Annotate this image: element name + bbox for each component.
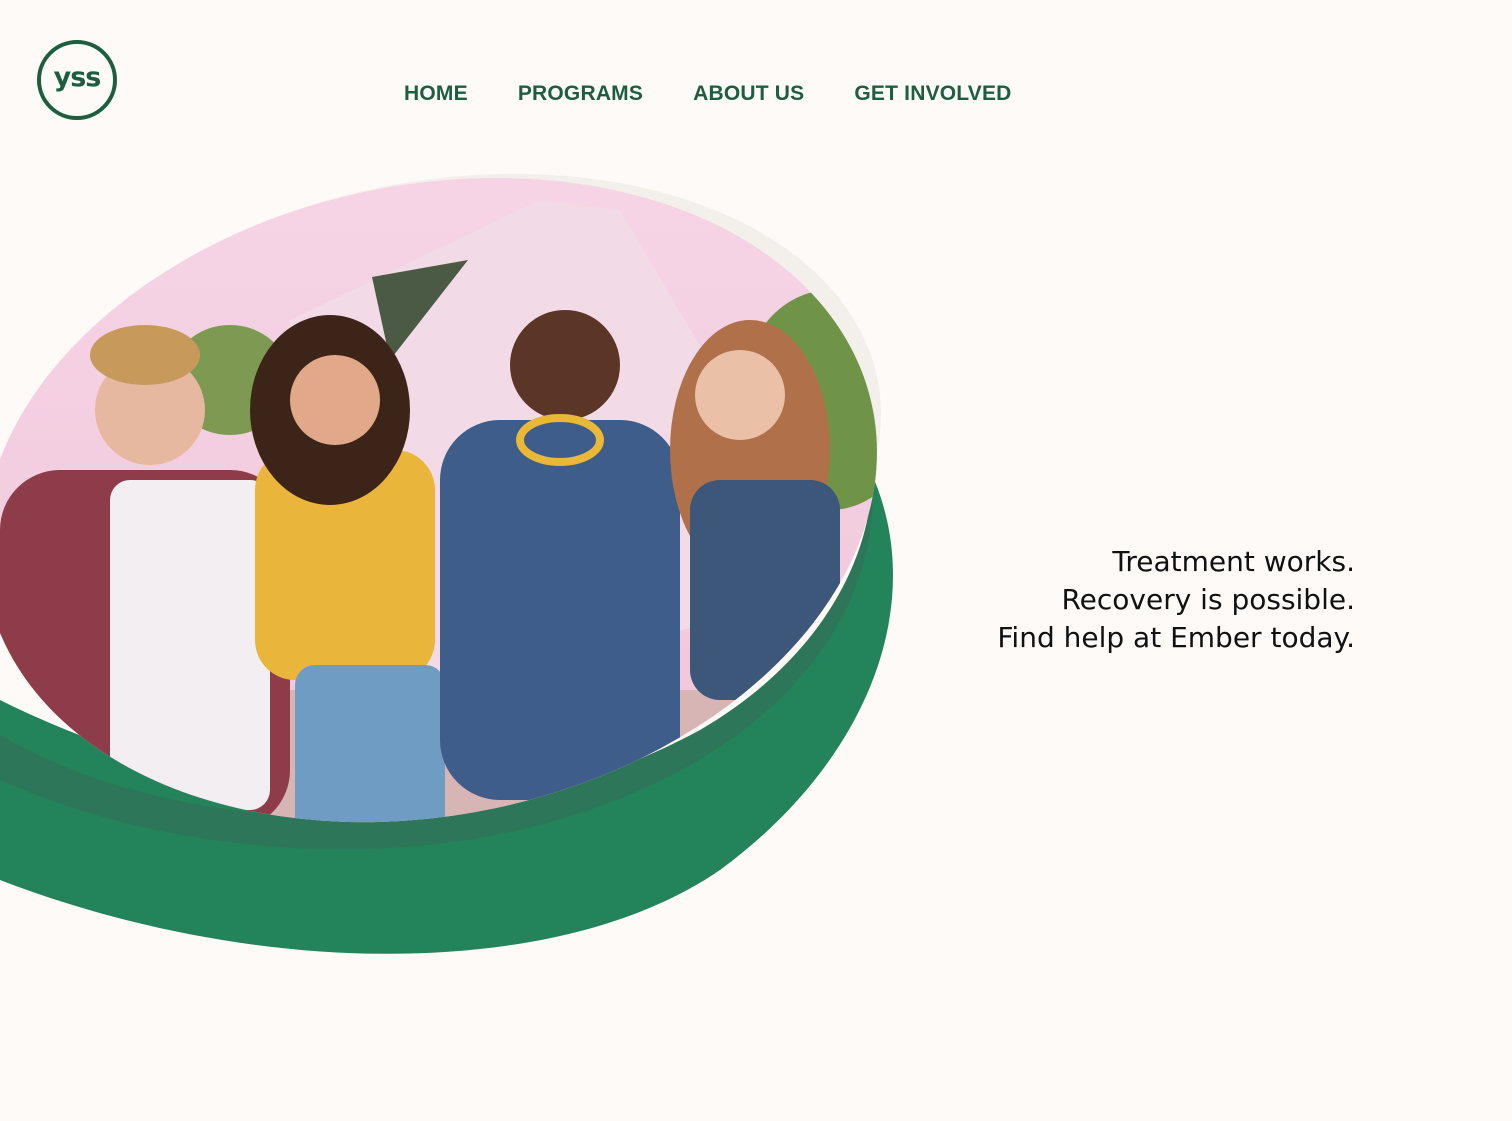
person-3-hoodie <box>440 420 680 800</box>
nav-home[interactable]: HOME <box>404 82 468 106</box>
logo-text: yss <box>53 61 102 93</box>
logo[interactable]: yss <box>37 40 117 120</box>
person-1-hair <box>90 325 200 385</box>
tagline-line-1: Treatment works. <box>1112 545 1355 578</box>
person-4-head <box>695 350 785 440</box>
hero-image <box>0 170 910 954</box>
nav-programs[interactable]: PROGRAMS <box>518 82 643 106</box>
nav-get-involved[interactable]: GET INVOLVED <box>854 82 1011 106</box>
nav-about-us[interactable]: ABOUT US <box>693 82 804 106</box>
tagline-line-3: Find help at Ember today. <box>997 621 1355 654</box>
person-2-head <box>290 355 380 445</box>
person-3-head <box>510 310 620 420</box>
main-nav: HOME PROGRAMS ABOUT US GET INVOLVED <box>404 82 1062 106</box>
tagline-line-2: Recovery is possible. <box>1061 583 1355 616</box>
hero-tagline: Treatment works. Recovery is possible. F… <box>997 543 1355 657</box>
person-1-tshirt <box>110 480 270 810</box>
